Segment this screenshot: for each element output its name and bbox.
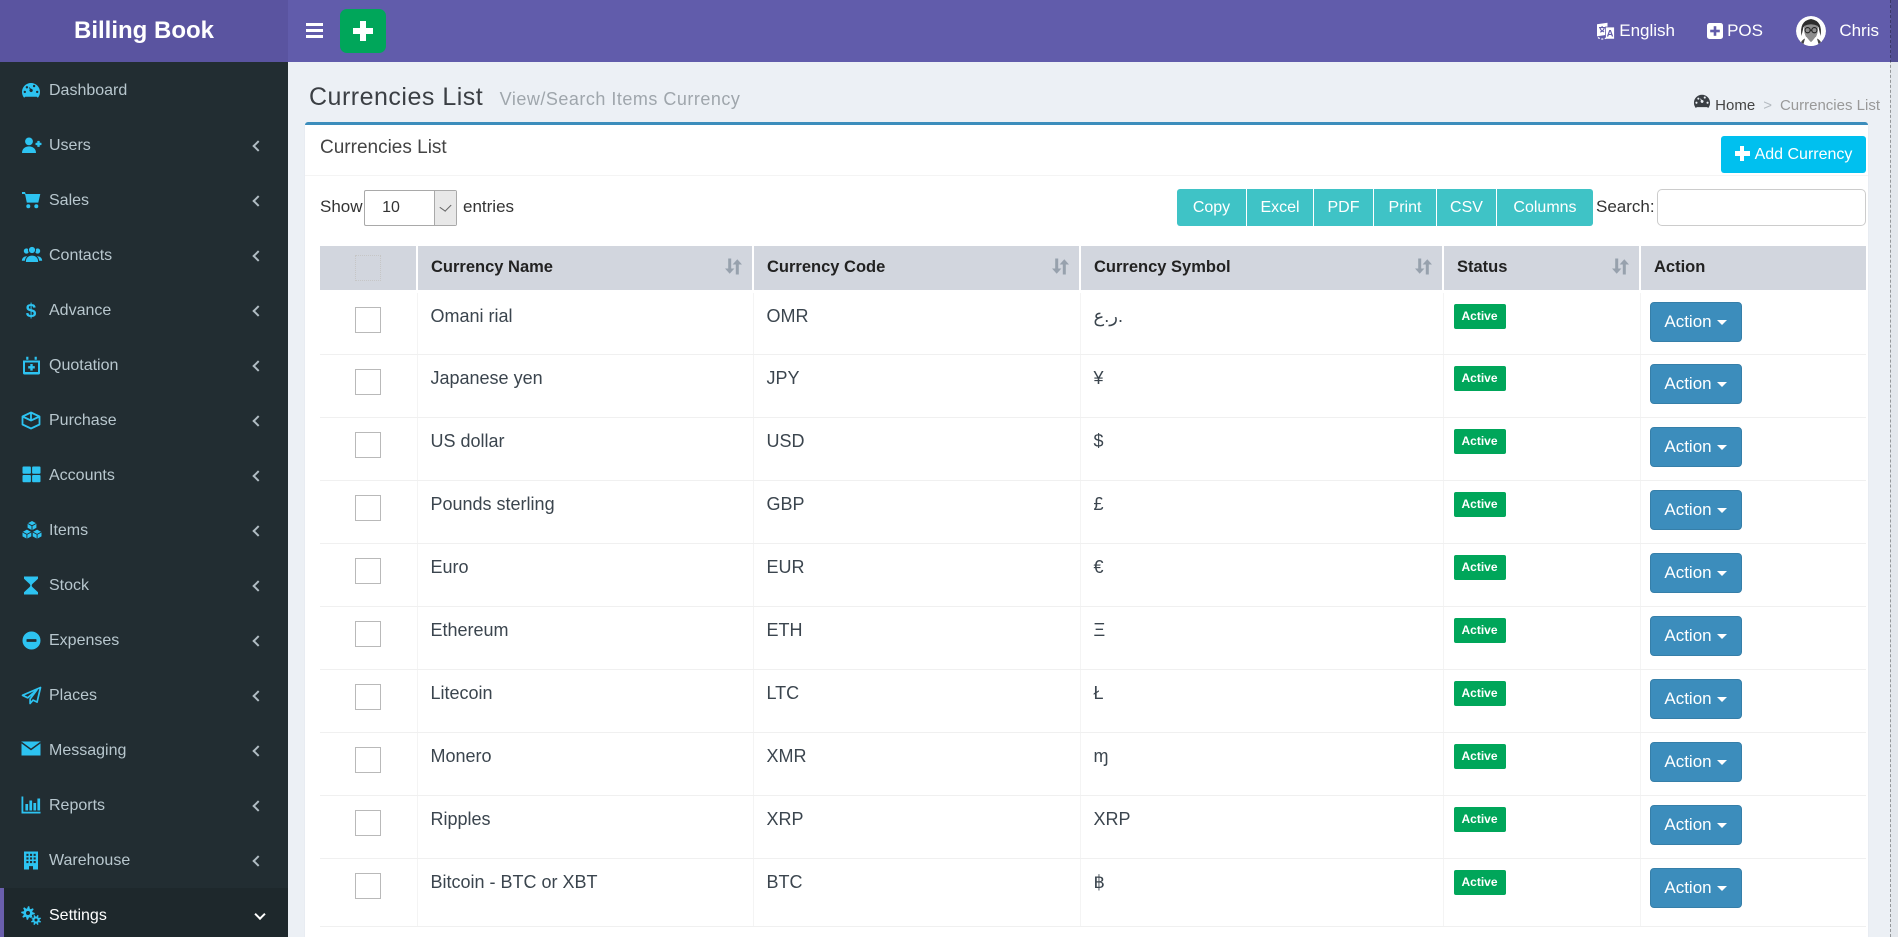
svg-text:A: A [1607,29,1614,40]
svg-text:$: $ [26,301,37,321]
